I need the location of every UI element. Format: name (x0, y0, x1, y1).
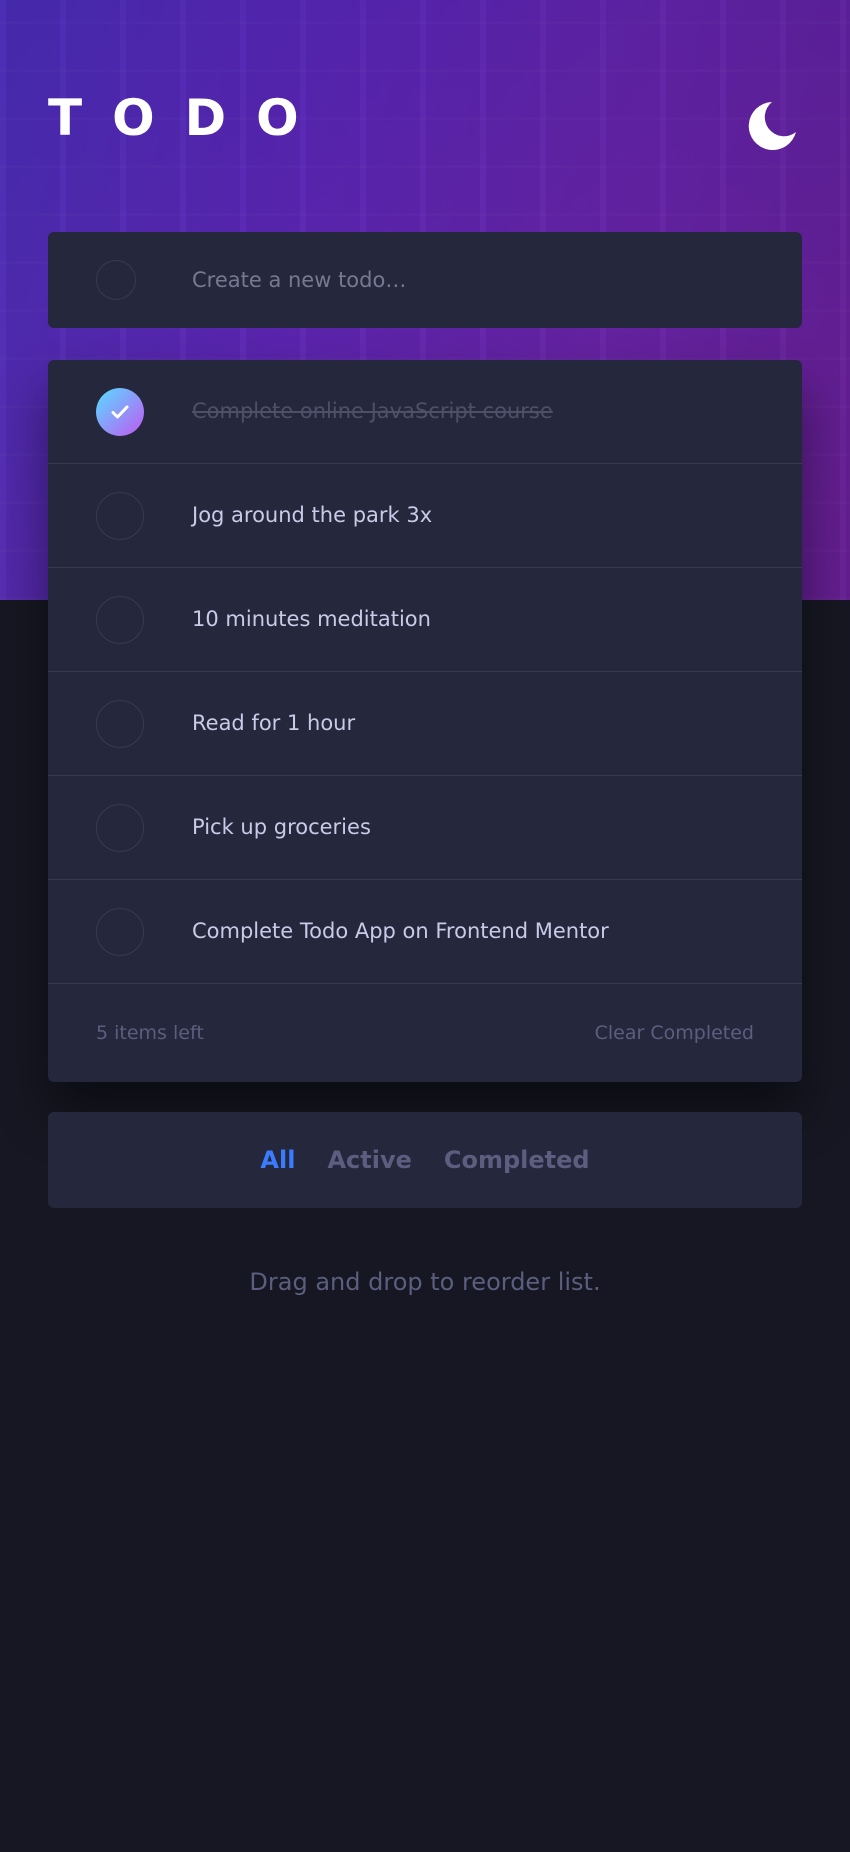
theme-toggle-button[interactable] (746, 96, 802, 152)
app-title: TODO (48, 89, 329, 147)
list-footer: 5 items left Clear Completed (48, 984, 802, 1082)
todo-label: Read for 1 hour (192, 711, 356, 735)
new-todo-input[interactable] (192, 256, 772, 304)
todo-item[interactable]: Pick up groceries (48, 776, 802, 880)
moon-icon (748, 102, 796, 150)
todo-checkbox[interactable] (96, 596, 144, 644)
filter-bar: All Active Completed (48, 1112, 802, 1208)
todo-item[interactable]: Jog around the park 3x (48, 464, 802, 568)
todo-item[interactable]: 10 minutes meditation (48, 568, 802, 672)
todo-label: 10 minutes meditation (192, 607, 431, 631)
drag-drop-hint: Drag and drop to reorder list. (249, 1268, 601, 1296)
filter-active[interactable]: Active (327, 1146, 411, 1174)
items-left-count: 5 items left (96, 1022, 204, 1044)
clear-completed-button[interactable]: Clear Completed (595, 1022, 754, 1044)
check-icon (111, 405, 129, 419)
todo-list: Complete online JavaScript course Jog ar… (48, 360, 802, 1082)
filter-completed[interactable]: Completed (444, 1146, 590, 1174)
todo-item[interactable]: Complete Todo App on Frontend Mentor (48, 880, 802, 984)
todo-checkbox[interactable] (96, 700, 144, 748)
todo-label: Complete online JavaScript course (192, 399, 553, 423)
new-todo-checkbox[interactable] (96, 260, 136, 300)
todo-checkbox[interactable] (96, 804, 144, 852)
todo-item[interactable]: Read for 1 hour (48, 672, 802, 776)
todo-checkbox-checked[interactable] (96, 388, 144, 436)
todo-checkbox[interactable] (96, 492, 144, 540)
todo-label: Complete Todo App on Frontend Mentor (192, 919, 609, 943)
todo-item[interactable]: Complete online JavaScript course (48, 360, 802, 464)
todo-label: Jog around the park 3x (192, 503, 433, 527)
filter-all[interactable]: All (260, 1146, 295, 1174)
todo-app: TODO Complete online JavaScript course J… (0, 0, 850, 1852)
todo-checkbox[interactable] (96, 908, 144, 956)
new-todo-card (48, 232, 802, 328)
todo-label: Pick up groceries (192, 815, 371, 839)
